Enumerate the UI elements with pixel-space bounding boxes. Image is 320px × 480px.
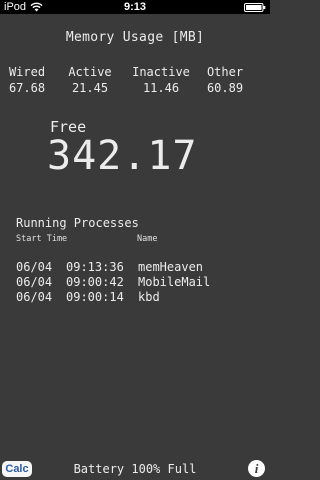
- free-memory-value: 342.17: [47, 133, 198, 179]
- process-time: 09:00:14: [66, 290, 124, 304]
- stat-active: Active 21.45: [64, 64, 116, 96]
- column-header-name: Name: [137, 234, 158, 244]
- stat-value: 11.46: [142, 81, 180, 95]
- stat-label: Wired: [8, 65, 46, 79]
- stat-other: Other 60.89: [200, 64, 250, 96]
- running-processes-title: Running Processes: [16, 216, 139, 230]
- stat-label: Active: [68, 65, 112, 79]
- info-icon[interactable]: i: [248, 460, 265, 477]
- process-time: 09:00:42: [66, 275, 124, 289]
- battery-status: Battery 100% Full: [73, 462, 197, 476]
- process-name: memHeaven: [138, 260, 204, 274]
- process-name: MobileMail: [138, 275, 211, 289]
- stat-label: Inactive: [132, 65, 190, 79]
- process-name: kbd: [138, 290, 160, 304]
- battery-full-icon: [244, 3, 266, 12]
- process-date: 06/04: [16, 290, 53, 304]
- process-time: 09:13:36: [66, 260, 124, 274]
- memory-usage-title: Memory Usage [MB]: [65, 30, 205, 45]
- status-bar: iPod 9:13: [0, 0, 270, 14]
- stat-wired: Wired 67.68: [2, 64, 52, 96]
- clock: 9:13: [123, 1, 147, 13]
- stat-value: 21.45: [71, 81, 109, 95]
- process-date: 06/04: [16, 275, 53, 289]
- column-header-start-time: Start Time: [16, 234, 68, 244]
- stat-value: 60.89: [206, 81, 244, 95]
- stat-inactive: Inactive 11.46: [128, 64, 194, 96]
- stat-value: 67.68: [8, 81, 46, 95]
- process-date: 06/04: [16, 260, 53, 274]
- stat-label: Other: [206, 65, 244, 79]
